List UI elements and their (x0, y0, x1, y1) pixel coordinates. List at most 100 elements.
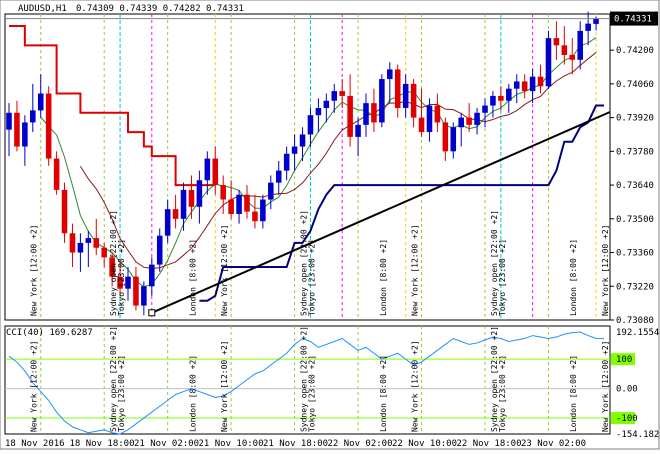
candle-body (22, 122, 28, 147)
candle-body (307, 115, 314, 135)
candle-body (172, 209, 179, 219)
cci-layer: 192.1554 100 0.00 -100 -154.1828 (5, 328, 660, 440)
candle-body (220, 185, 226, 200)
price-tick-label: 0.74060 (616, 80, 654, 90)
time-tick-label: 18 Nov 18:00 (70, 439, 135, 449)
candle-body (331, 91, 338, 101)
candle-body (228, 199, 234, 214)
candle-body (474, 112, 480, 125)
candle-body (513, 81, 520, 89)
candle-body (53, 158, 60, 190)
candle-body (30, 110, 36, 123)
grid-layer (0, 0, 660, 450)
candle-body (593, 18, 599, 24)
cci-tick-label: -100 (616, 414, 638, 424)
candle-body (244, 194, 250, 212)
candle-body (275, 170, 282, 183)
candle-body (561, 45, 568, 55)
time-tick-label: 22 Nov 18:00 (457, 439, 522, 449)
candle-body (268, 182, 274, 200)
session-label: London [8:00 +2] (569, 355, 578, 432)
cci-tick-label: -154.1828 (616, 430, 660, 440)
candle-body (260, 199, 266, 222)
session-label: London [8:00 +2] (188, 239, 197, 316)
candle-body (569, 54, 576, 60)
session-label: London [8:00 +2] (569, 239, 578, 316)
candle-body (315, 107, 322, 116)
candle-body (133, 276, 139, 306)
candle-body (339, 91, 345, 96)
indicator-label: CCI(40) 169.6287 (6, 328, 93, 338)
candle-body (355, 124, 361, 137)
time-tick-label: 18 Nov 2016 (5, 439, 65, 449)
candle-body (402, 83, 409, 108)
candle-body (577, 30, 583, 60)
session-labels-layer: New York [12:00 +2]New York [12:00 +2]Sy… (30, 210, 610, 432)
session-label: New York [12:00 +2] (30, 340, 39, 432)
candle-body (371, 103, 377, 123)
candle-body (553, 38, 560, 46)
price-tick-label: 0.73360 (616, 249, 654, 259)
candle-body (323, 100, 330, 108)
candle-body (180, 189, 187, 219)
candle-body (537, 76, 544, 87)
candle-body (6, 112, 12, 130)
candle-body (521, 81, 528, 92)
session-label: Tokyo [23:00 +2] (117, 355, 126, 432)
candle-body (37, 93, 44, 111)
session-label: New York [12:00 +2] (411, 340, 420, 432)
session-label: New York [12:00 +2] (220, 340, 229, 432)
axes-layer: 0.74200 0.74060 0.73920 0.73780 0.73640 0.735… (5, 11, 658, 449)
candle-body (585, 23, 591, 31)
time-tick-label: 22 Nov 10:00 (392, 439, 457, 449)
candle-body (347, 95, 353, 137)
candle-body (387, 69, 393, 80)
candle-body (363, 103, 369, 125)
session-label: London [8:00 +2] (379, 239, 388, 316)
chart-window: 192.1554 100 0.00 -100 -154.1828 0.74200 0.74… (0, 0, 660, 450)
candle-body (299, 134, 306, 147)
session-label: New York [12:00 +2] (601, 224, 610, 316)
session-label: Tokyo [23:00 +2] (307, 355, 316, 432)
candle-body (426, 105, 433, 133)
price-tick-label: 0.73080 (616, 316, 654, 326)
chart-symbol: AUDUSD,H1 (18, 4, 67, 14)
price-tick-label: 0.74200 (616, 46, 654, 56)
candle-body (498, 95, 504, 101)
candle-body (14, 112, 20, 147)
price-tick-label: 0.73920 (616, 114, 654, 124)
window-border (0, 0, 660, 450)
session-label: New York [12:00 +2] (220, 224, 229, 316)
candle-body (164, 209, 171, 236)
session-label: New York [12:00 +2] (411, 224, 420, 316)
candle-body (196, 180, 203, 207)
candle-body (545, 38, 552, 87)
candle-body (156, 235, 163, 265)
time-tick-label: 23 Nov 02:00 (521, 439, 586, 449)
candle-body (529, 76, 536, 92)
candle-body (77, 242, 84, 253)
candle-body (490, 95, 496, 106)
candle-body (418, 117, 425, 133)
candle-body (188, 189, 195, 207)
session-label: London [8:00 +2] (188, 355, 197, 432)
candle-body (204, 158, 211, 181)
candle-body (394, 69, 401, 108)
session-label: Tokyo [23:00 +2] (498, 355, 507, 432)
candle-body (466, 117, 472, 125)
candle-body (482, 105, 488, 113)
candle-body (283, 153, 290, 171)
candle-body (506, 88, 512, 101)
current-price-label: 0.74331 (614, 15, 652, 25)
cci-tick-label: 0.00 (616, 385, 638, 395)
time-tick-label: 21 Nov 02:00 (134, 439, 199, 449)
candle-body (61, 189, 68, 234)
session-label: New York [12:00 +2] (601, 340, 610, 432)
candle-body (149, 264, 155, 287)
candle-body (69, 233, 76, 253)
price-tick-label: 0.73220 (616, 282, 654, 292)
session-label: Tokyo [23:00 +2] (498, 239, 507, 316)
session-label: New York [12:00 +2] (30, 224, 39, 316)
time-tick-label: 21 Nov 10:00 (199, 439, 264, 449)
candle-body (236, 194, 242, 214)
